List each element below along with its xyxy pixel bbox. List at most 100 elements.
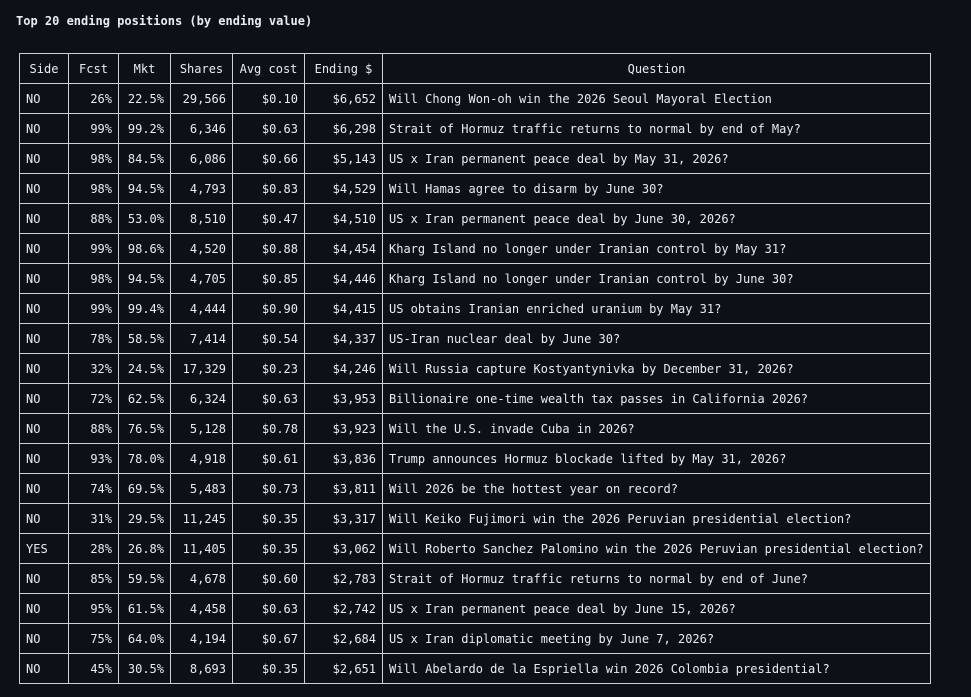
- question-cell: US x Iran permanent peace deal by June 3…: [382, 203, 931, 234]
- forecast-cell: 99%: [68, 293, 119, 324]
- positions-table: Side Fcst Mkt Shares Avg cost Ending $ Q…: [19, 53, 931, 684]
- forecast-cell: 75%: [68, 623, 119, 654]
- col-header-ending-value: Ending $: [304, 53, 383, 84]
- ending-value-cell: $3,953: [304, 383, 383, 414]
- market-price-cell: 58.5%: [118, 323, 171, 354]
- table-row: NO 72% 62.5% 6,324 $0.63 $3,953 Billionaire on…: [19, 383, 931, 414]
- ending-value-cell: $4,446: [304, 263, 383, 294]
- table-row: NO 88% 53.0% 8,510 $0.47 $4,510 US x Iran perm…: [19, 203, 931, 234]
- ending-value-cell: $5,143: [304, 143, 383, 174]
- shares-cell: 6,324: [170, 383, 233, 414]
- question-cell: Will Keiko Fujimori win the 2026 Peruvia…: [382, 503, 931, 534]
- avg-cost-cell: $0.35: [232, 533, 305, 564]
- side-cell: NO: [19, 563, 69, 594]
- avg-cost-cell: $0.66: [232, 143, 305, 174]
- ending-value-cell: $3,062: [304, 533, 383, 564]
- shares-cell: 4,678: [170, 563, 233, 594]
- forecast-cell: 78%: [68, 323, 119, 354]
- ending-value-cell: $4,510: [304, 203, 383, 234]
- question-cell: Will Roberto Sanchez Palomino win the 20…: [382, 533, 931, 564]
- shares-cell: 11,245: [170, 503, 233, 534]
- market-price-cell: 22.5%: [118, 83, 171, 114]
- side-cell: NO: [19, 293, 69, 324]
- col-header-shares: Shares: [170, 53, 233, 84]
- forecast-cell: 32%: [68, 353, 119, 384]
- avg-cost-cell: $0.23: [232, 353, 305, 384]
- avg-cost-cell: $0.10: [232, 83, 305, 114]
- question-cell: Billionaire one-time wealth tax passes i…: [382, 383, 931, 414]
- page-title: Top 20 ending positions (by ending value…: [16, 14, 313, 28]
- question-cell: Will Abelardo de la Espriella win 2026 C…: [382, 653, 931, 684]
- question-cell: Will Hamas agree to disarm by June 30?: [382, 173, 931, 204]
- forecast-cell: 98%: [68, 143, 119, 174]
- table-row: NO 95% 61.5% 4,458 $0.63 $2,742 US x Iran perm…: [19, 593, 931, 624]
- ending-value-cell: $3,923: [304, 413, 383, 444]
- table-header-row: Side Fcst Mkt Shares Avg cost Ending $ Q…: [19, 53, 931, 84]
- avg-cost-cell: $0.85: [232, 263, 305, 294]
- side-cell: NO: [19, 143, 69, 174]
- table-row: NO 75% 64.0% 4,194 $0.67 $2,684 US x Iran dipl…: [19, 623, 931, 654]
- forecast-cell: 45%: [68, 653, 119, 684]
- table-row: NO 93% 78.0% 4,918 $0.61 $3,836 Trump announce…: [19, 443, 931, 474]
- shares-cell: 4,705: [170, 263, 233, 294]
- side-cell: NO: [19, 323, 69, 354]
- side-cell: NO: [19, 83, 69, 114]
- side-cell: NO: [19, 653, 69, 684]
- market-price-cell: 59.5%: [118, 563, 171, 594]
- market-price-cell: 78.0%: [118, 443, 171, 474]
- avg-cost-cell: $0.63: [232, 383, 305, 414]
- table-body: NO 26% 22.5% 29,566 $0.10 $6,652 Will Chong Wo…: [19, 83, 931, 684]
- shares-cell: 4,918: [170, 443, 233, 474]
- avg-cost-cell: $0.83: [232, 173, 305, 204]
- question-cell: Trump announces Hormuz blockade lifted b…: [382, 443, 931, 474]
- side-cell: NO: [19, 593, 69, 624]
- market-price-cell: 84.5%: [118, 143, 171, 174]
- ending-value-cell: $3,317: [304, 503, 383, 534]
- forecast-cell: 93%: [68, 443, 119, 474]
- side-cell: NO: [19, 113, 69, 144]
- shares-cell: 4,194: [170, 623, 233, 654]
- market-price-cell: 26.8%: [118, 533, 171, 564]
- forecast-cell: 31%: [68, 503, 119, 534]
- question-cell: Kharg Island no longer under Iranian con…: [382, 233, 931, 264]
- side-cell: NO: [19, 383, 69, 414]
- market-price-cell: 76.5%: [118, 413, 171, 444]
- forecast-cell: 99%: [68, 233, 119, 264]
- shares-cell: 5,128: [170, 413, 233, 444]
- shares-cell: 11,405: [170, 533, 233, 564]
- col-header-mkt: Mkt: [118, 53, 171, 84]
- question-cell: US x Iran permanent peace deal by May 31…: [382, 143, 931, 174]
- avg-cost-cell: $0.78: [232, 413, 305, 444]
- shares-cell: 17,329: [170, 353, 233, 384]
- table-row: NO 98% 84.5% 6,086 $0.66 $5,143 US x Iran perm…: [19, 143, 931, 174]
- question-cell: US-Iran nuclear deal by June 30?: [382, 323, 931, 354]
- table-row: NO 98% 94.5% 4,793 $0.83 $4,529 Will Hamas agr…: [19, 173, 931, 204]
- table-row: NO 88% 76.5% 5,128 $0.78 $3,923 Will the U.S. …: [19, 413, 931, 444]
- ending-value-cell: $2,783: [304, 563, 383, 594]
- market-price-cell: 61.5%: [118, 593, 171, 624]
- forecast-cell: 74%: [68, 473, 119, 504]
- shares-cell: 6,346: [170, 113, 233, 144]
- side-cell: NO: [19, 503, 69, 534]
- shares-cell: 29,566: [170, 83, 233, 114]
- avg-cost-cell: $0.35: [232, 653, 305, 684]
- market-price-cell: 94.5%: [118, 173, 171, 204]
- avg-cost-cell: $0.60: [232, 563, 305, 594]
- side-cell: NO: [19, 473, 69, 504]
- avg-cost-cell: $0.61: [232, 443, 305, 474]
- forecast-cell: 72%: [68, 383, 119, 414]
- table-row: NO 45% 30.5% 8,693 $0.35 $2,651 Will Abelardo …: [19, 653, 931, 684]
- question-cell: US x Iran diplomatic meeting by June 7, …: [382, 623, 931, 654]
- avg-cost-cell: $0.47: [232, 203, 305, 234]
- shares-cell: 4,444: [170, 293, 233, 324]
- question-cell: Strait of Hormuz traffic returns to norm…: [382, 113, 931, 144]
- question-cell: Will Chong Won-oh win the 2026 Seoul May…: [382, 83, 931, 114]
- side-cell: NO: [19, 263, 69, 294]
- side-cell: NO: [19, 623, 69, 654]
- col-header-fcst: Fcst: [68, 53, 119, 84]
- forecast-cell: 88%: [68, 413, 119, 444]
- col-header-avg-cost: Avg cost: [232, 53, 305, 84]
- shares-cell: 4,458: [170, 593, 233, 624]
- market-price-cell: 30.5%: [118, 653, 171, 684]
- shares-cell: 7,414: [170, 323, 233, 354]
